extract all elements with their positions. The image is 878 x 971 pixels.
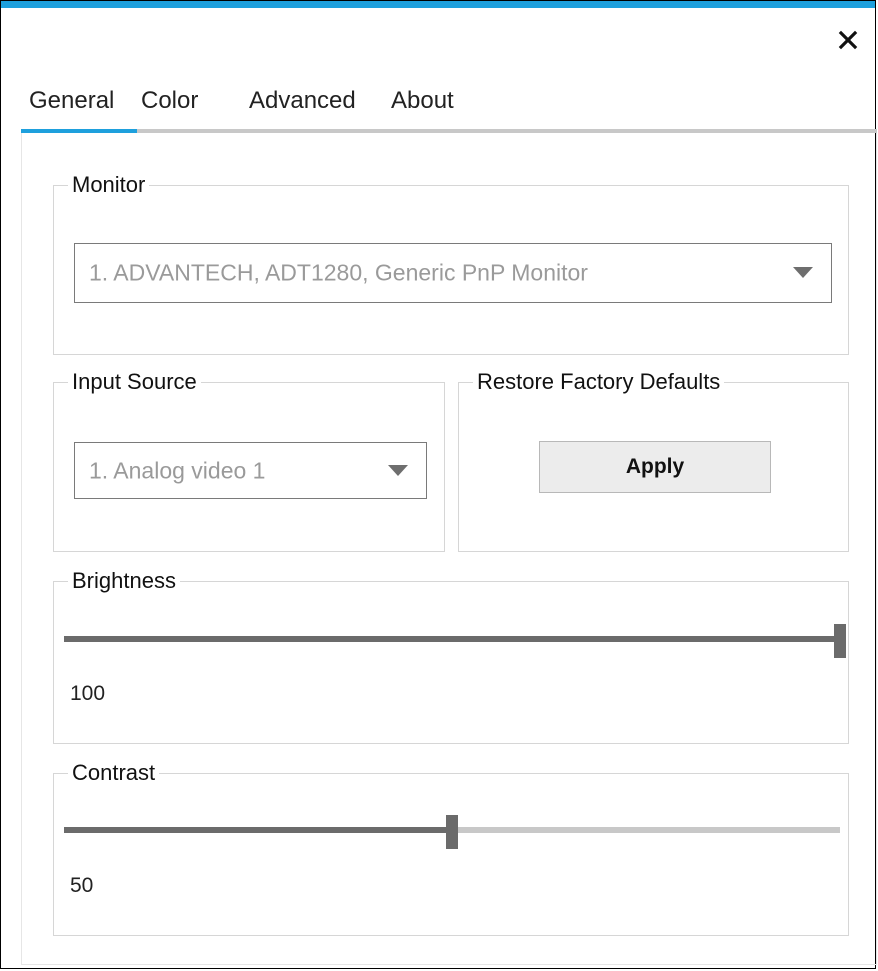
contrast-value: 50 xyxy=(70,874,94,897)
brightness-group-label: Brightness xyxy=(68,567,180,595)
tab-color[interactable]: Color xyxy=(141,87,198,115)
slider-thumb[interactable] xyxy=(446,815,458,849)
contrast-group: Contrast 50 xyxy=(53,759,849,936)
brightness-value: 100 xyxy=(70,682,106,705)
apply-button[interactable]: Apply xyxy=(539,441,771,493)
tab-about[interactable]: About xyxy=(391,87,454,115)
contrast-group-label: Contrast xyxy=(68,759,160,787)
close-button[interactable] xyxy=(835,27,861,53)
tab-advanced[interactable]: Advanced xyxy=(249,87,356,115)
monitor-group-label: Monitor xyxy=(68,171,150,199)
restore-defaults-group: Restore Factory Defaults Apply xyxy=(458,368,849,552)
input-source-group: Input Source 1. Analog video 1 xyxy=(53,368,445,552)
brightness-group: Brightness 100 xyxy=(53,567,849,744)
monitor-dropdown[interactable]: 1. ADVANTECH, ADT1280, Generic PnP Monit… xyxy=(74,243,832,303)
tab-general[interactable]: General xyxy=(29,87,114,115)
slider-fill xyxy=(64,636,840,642)
monitor-dropdown-value: 1. ADVANTECH, ADT1280, Generic PnP Monit… xyxy=(89,259,588,286)
monitor-group: Monitor 1. ADVANTECH, ADT1280, Generic P… xyxy=(53,171,849,355)
chevron-down-icon xyxy=(793,267,813,278)
title-accent-bar xyxy=(1,1,875,8)
slider-thumb[interactable] xyxy=(834,624,846,658)
input-source-dropdown-value: 1. Analog video 1 xyxy=(89,457,266,483)
general-tab-panel: Monitor 1. ADVANTECH, ADT1280, Generic P… xyxy=(21,133,877,965)
slider-fill xyxy=(64,827,452,833)
input-source-dropdown[interactable]: 1. Analog video 1 xyxy=(74,442,427,499)
brightness-slider[interactable] xyxy=(64,624,846,658)
contrast-slider[interactable] xyxy=(64,815,840,849)
close-icon xyxy=(838,30,858,50)
restore-defaults-group-label: Restore Factory Defaults xyxy=(473,368,725,396)
settings-window: General Color Advanced About Monitor 1. … xyxy=(0,0,877,969)
chevron-down-icon xyxy=(388,464,408,476)
input-source-group-label: Input Source xyxy=(68,368,201,396)
